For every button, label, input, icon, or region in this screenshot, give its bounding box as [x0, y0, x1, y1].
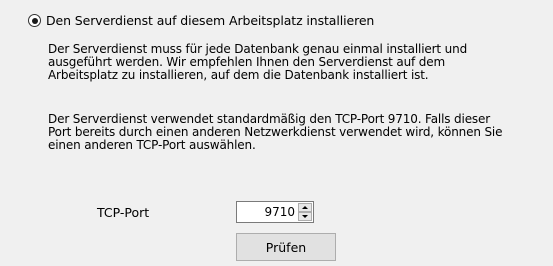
radio-selected-dot	[31, 17, 38, 24]
install-server-radio[interactable]	[28, 14, 41, 27]
stepper-buttons	[298, 203, 312, 221]
tcp-port-label: TCP-Port	[97, 205, 150, 220]
check-port-button[interactable]: Prüfen	[236, 233, 336, 261]
chevron-down-icon	[302, 215, 308, 218]
server-install-panel: Den Serverdienst auf diesem Arbeitsplatz…	[0, 0, 553, 266]
description-line: einen anderen TCP-Port auswählen.	[48, 138, 256, 152]
chevron-up-icon	[302, 206, 308, 209]
install-server-option[interactable]: Den Serverdienst auf diesem Arbeitsplatz…	[28, 13, 374, 28]
stepper-down-button[interactable]	[298, 212, 312, 221]
tcp-port-input[interactable]	[239, 204, 295, 220]
description-paragraph-1: Der Serverdienst muss für jede Datenbank…	[48, 43, 548, 82]
description-line: Arbeitsplatz zu installieren, auf dem di…	[48, 68, 429, 82]
install-server-option-label: Den Serverdienst auf diesem Arbeitsplatz…	[46, 13, 375, 28]
tcp-port-stepper[interactable]	[236, 201, 314, 223]
description-paragraph-2: Der Serverdienst verwendet standardmäßig…	[48, 113, 548, 152]
stepper-up-button[interactable]	[298, 203, 312, 212]
